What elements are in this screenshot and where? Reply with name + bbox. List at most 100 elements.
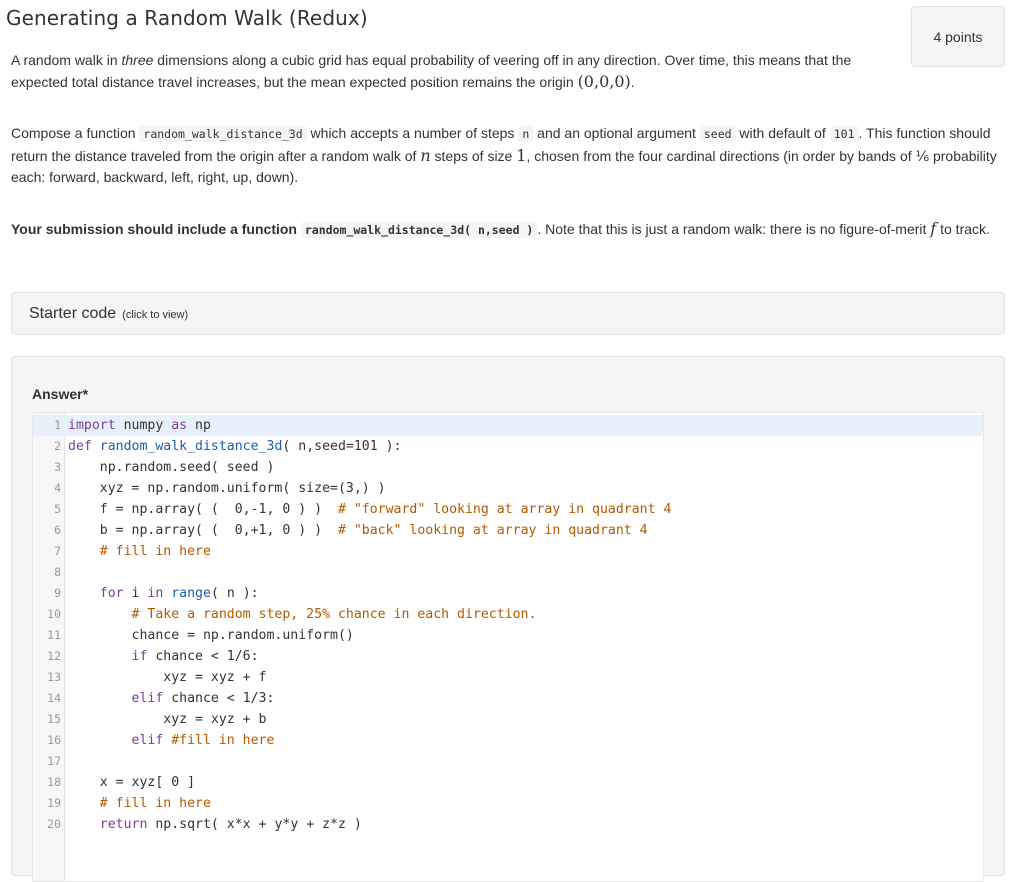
code-token: import bbox=[68, 418, 116, 433]
code-line[interactable]: 1 import numpy as np bbox=[33, 415, 983, 436]
code-token: f = np.array( ( 0,-1, 0 ) ) bbox=[68, 502, 338, 517]
line-number: 17 bbox=[47, 754, 61, 768]
line-number: 7 bbox=[54, 544, 61, 558]
line-number: 8 bbox=[54, 565, 61, 579]
code-token: elif bbox=[68, 691, 164, 706]
code-comment: # fill in here bbox=[68, 544, 211, 559]
code-comment: #fill in here bbox=[163, 733, 275, 748]
line-number: 18 bbox=[47, 775, 61, 789]
code-line[interactable]: 9 for i in range( n ): bbox=[33, 583, 983, 604]
code-token: numpy bbox=[115, 418, 172, 433]
code-comment: # fill in here bbox=[68, 796, 211, 811]
line-number: 4 bbox=[54, 481, 61, 495]
line-number: 16 bbox=[47, 733, 61, 747]
code-line[interactable]: 2 def random_walk_distance_3d( n,seed=101… bbox=[33, 436, 983, 457]
code-line[interactable]: 17 bbox=[33, 751, 983, 772]
code-line[interactable]: 10 # Take a random step, 25% chance in e… bbox=[33, 604, 983, 625]
code-token: chance < 1/3: bbox=[163, 691, 275, 706]
code-line[interactable]: 7 # fill in here bbox=[33, 541, 983, 562]
code-line[interactable]: 4 xyz = np.random.uniform( size=(3,) ) bbox=[33, 478, 983, 499]
line-number: 20 bbox=[47, 817, 61, 831]
line-number: 2 bbox=[54, 439, 61, 453]
inline-code-default: 101 bbox=[829, 126, 859, 142]
code-line[interactable]: 20 return np.sqrt( x*x + y*y + z*z ) bbox=[33, 814, 983, 835]
answer-label: Answer* bbox=[32, 386, 89, 402]
text: . Note that this is just a random walk: … bbox=[537, 221, 931, 237]
line-number: 5 bbox=[54, 502, 61, 516]
code-token: xyz = xyz + f bbox=[68, 670, 267, 685]
starter-code-hint: (click to view) bbox=[122, 309, 189, 321]
code-token: b = np.array( ( 0,+1, 0 ) ) bbox=[68, 523, 338, 538]
code-token: return bbox=[68, 817, 148, 832]
line-number: 3 bbox=[54, 460, 61, 474]
code-token: i bbox=[123, 586, 148, 601]
code-token: range bbox=[163, 586, 211, 601]
starter-code-toggle[interactable]: Starter code (click to view) bbox=[11, 292, 1005, 335]
text: . bbox=[630, 74, 635, 90]
text: which accepts a number of steps bbox=[306, 125, 519, 141]
code-line[interactable]: 15 xyz = xyz + b bbox=[33, 709, 983, 730]
code-token: elif bbox=[68, 733, 164, 748]
code-token: def bbox=[68, 439, 92, 454]
code-line[interactable]: 14 elif chance < 1/3: bbox=[33, 688, 983, 709]
line-number: 9 bbox=[54, 586, 61, 600]
code-token: chance < 1/6: bbox=[147, 649, 259, 664]
line-number: 19 bbox=[47, 796, 61, 810]
code-line[interactable]: 8 bbox=[33, 562, 983, 583]
line-number: 15 bbox=[47, 712, 61, 726]
code-token: chance = np.random.uniform() bbox=[68, 628, 354, 643]
code-line[interactable]: 12 if chance < 1/6: bbox=[33, 646, 983, 667]
code-line[interactable]: 5 f = np.array( ( 0,-1, 0 ) ) # "forward… bbox=[33, 499, 983, 520]
text: and an optional argument bbox=[533, 125, 700, 141]
math-n: n bbox=[420, 146, 431, 165]
math-origin: (0,0,0) bbox=[577, 72, 631, 91]
line-number: 14 bbox=[47, 691, 61, 705]
inline-code-function-name: random_walk_distance_3d bbox=[139, 126, 307, 142]
text: Compose a function bbox=[11, 125, 140, 141]
code-token: np bbox=[187, 418, 211, 433]
inline-code-n: n bbox=[518, 126, 534, 142]
code-token: xyz = np.random.uniform( size=(3,) ) bbox=[68, 481, 386, 496]
description-paragraph-3: Your submission should include a functio… bbox=[11, 218, 1006, 241]
code-token: xyz = xyz + b bbox=[68, 712, 267, 727]
code-comment: # "forward" looking at array in quadrant… bbox=[337, 502, 672, 517]
line-number: 11 bbox=[47, 628, 61, 642]
line-number: 13 bbox=[47, 670, 61, 684]
math-one: 1 bbox=[516, 146, 527, 165]
line-number: 10 bbox=[47, 607, 61, 621]
description-paragraph-2: Compose a function random_walk_distance_… bbox=[11, 123, 1006, 188]
code-token: as bbox=[171, 418, 188, 433]
line-number: 1 bbox=[54, 418, 61, 432]
code-token: x = xyz[ 0 ] bbox=[68, 775, 196, 790]
code-token: in bbox=[147, 586, 164, 601]
code-line[interactable]: 11 chance = np.random.uniform() bbox=[33, 625, 983, 646]
inline-code-signature: random_walk_distance_3d( n,seed ) bbox=[300, 222, 538, 238]
code-token: np.random.seed( seed ) bbox=[68, 460, 275, 475]
line-number: 12 bbox=[47, 649, 61, 663]
code-token: ( n,seed=101 ): bbox=[282, 439, 402, 454]
emphasis-text: three bbox=[121, 52, 154, 68]
points-badge: 4 points bbox=[911, 6, 1005, 67]
code-token: for bbox=[68, 586, 124, 601]
text: A random walk in bbox=[11, 52, 122, 68]
code-token: random_walk_distance_3d bbox=[91, 439, 283, 454]
code-comment: # Take a random step, 25% chance in each… bbox=[68, 607, 537, 622]
code-line[interactable]: 18 x = xyz[ 0 ] bbox=[33, 772, 983, 793]
question-title: Generating a Random Walk (Redux) bbox=[6, 6, 368, 30]
code-line[interactable]: 3 np.random.seed( seed ) bbox=[33, 457, 983, 478]
description-paragraph-1: A random walk in three dimensions along … bbox=[11, 50, 901, 93]
code-token: if bbox=[68, 649, 148, 664]
text: steps of size bbox=[430, 148, 517, 164]
code-comment: # "back" looking at array in quadrant 4 bbox=[337, 523, 648, 538]
code-line[interactable]: 19 # fill in here bbox=[33, 793, 983, 814]
code-line[interactable]: 6 b = np.array( ( 0,+1, 0 ) ) # "back" l… bbox=[33, 520, 983, 541]
code-token: ( n ): bbox=[210, 586, 259, 601]
code-line[interactable]: 13 xyz = xyz + f bbox=[33, 667, 983, 688]
code-line[interactable]: 16 elif #fill in here bbox=[33, 730, 983, 751]
code-editor[interactable]: 1 import numpy as np 2 def random_walk_dis… bbox=[32, 412, 984, 882]
line-number: 6 bbox=[54, 523, 61, 537]
text: with default of bbox=[735, 125, 830, 141]
starter-code-title: Starter code bbox=[29, 304, 117, 322]
code-token: np.sqrt( x*x + y*y + z*z ) bbox=[147, 817, 362, 832]
answer-panel: Answer* 1 import numpy as np 2 def random_… bbox=[11, 356, 1005, 882]
